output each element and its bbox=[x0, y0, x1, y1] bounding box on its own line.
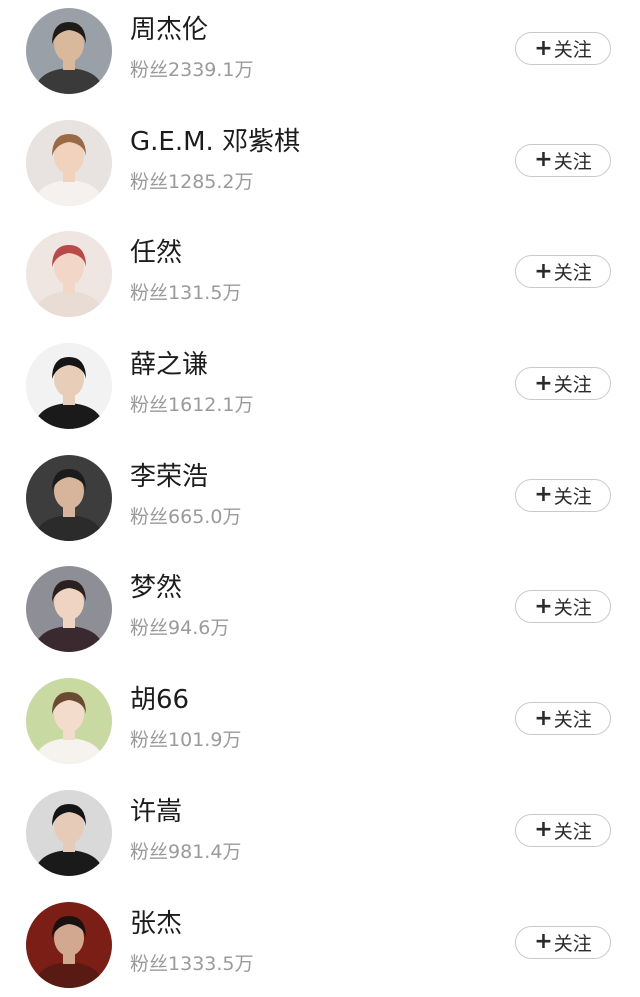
follow-button[interactable]: +关注 bbox=[515, 144, 611, 177]
avatar-portrait bbox=[26, 120, 112, 206]
user-row[interactable]: 梦然粉丝94.6万 +关注 bbox=[0, 550, 640, 662]
fan-count: 粉丝1612.1万 bbox=[130, 393, 254, 417]
follow-button[interactable]: +关注 bbox=[515, 255, 611, 288]
avatar[interactable] bbox=[26, 902, 112, 988]
fan-count: 粉丝94.6万 bbox=[130, 616, 229, 640]
avatar-portrait bbox=[26, 566, 112, 652]
plus-icon: + bbox=[534, 484, 552, 506]
fan-count: 粉丝1333.5万 bbox=[130, 952, 254, 976]
fan-count-value: 981.4万 bbox=[168, 841, 241, 863]
follow-button-label: 关注 bbox=[554, 482, 592, 509]
follow-button-label: 关注 bbox=[554, 147, 592, 174]
user-row[interactable]: 周杰伦粉丝2339.1万 +关注 bbox=[0, 0, 640, 104]
fan-count-label: 粉丝 bbox=[130, 953, 168, 975]
fan-count: 粉丝131.5万 bbox=[130, 281, 241, 305]
avatar-portrait bbox=[26, 790, 112, 876]
avatar[interactable] bbox=[26, 790, 112, 876]
avatar-portrait bbox=[26, 343, 112, 429]
plus-icon: + bbox=[534, 596, 552, 618]
user-name[interactable]: 任然 bbox=[130, 237, 182, 269]
plus-icon: + bbox=[534, 931, 552, 953]
avatar[interactable] bbox=[26, 455, 112, 541]
user-name[interactable]: 李荣浩 bbox=[130, 461, 208, 493]
follow-button[interactable]: +关注 bbox=[515, 926, 611, 959]
user-name[interactable]: 许嵩 bbox=[130, 796, 182, 828]
follow-button[interactable]: +关注 bbox=[515, 479, 611, 512]
fan-count-value: 131.5万 bbox=[168, 282, 241, 304]
fan-count: 粉丝665.0万 bbox=[130, 505, 241, 529]
follow-list: 周杰伦粉丝2339.1万+关注G.E.M. 邓紫棋粉丝1285.2万+关注任然粉… bbox=[0, 0, 640, 997]
user-row[interactable]: 张杰粉丝1333.5万 +关注 bbox=[0, 886, 640, 997]
follow-button[interactable]: +关注 bbox=[515, 32, 611, 65]
avatar[interactable] bbox=[26, 120, 112, 206]
follow-button[interactable]: +关注 bbox=[515, 367, 611, 400]
avatar[interactable] bbox=[26, 343, 112, 429]
avatar[interactable] bbox=[26, 566, 112, 652]
avatar-portrait bbox=[26, 231, 112, 317]
fan-count-value: 665.0万 bbox=[168, 506, 241, 528]
fan-count-label: 粉丝 bbox=[130, 171, 168, 193]
user-row[interactable]: 李荣浩粉丝665.0万 +关注 bbox=[0, 439, 640, 551]
user-row[interactable]: G.E.M. 邓紫棋粉丝1285.2万 +关注 bbox=[0, 104, 640, 216]
fan-count-label: 粉丝 bbox=[130, 59, 168, 81]
follow-button[interactable]: +关注 bbox=[515, 590, 611, 623]
fan-count-label: 粉丝 bbox=[130, 394, 168, 416]
plus-icon: + bbox=[534, 149, 552, 171]
fan-count-value: 101.9万 bbox=[168, 729, 241, 751]
follow-button-label: 关注 bbox=[554, 35, 592, 62]
fan-count-label: 粉丝 bbox=[130, 841, 168, 863]
fan-count-label: 粉丝 bbox=[130, 506, 168, 528]
follow-button[interactable]: +关注 bbox=[515, 814, 611, 847]
plus-icon: + bbox=[534, 38, 552, 60]
follow-button-label: 关注 bbox=[554, 817, 592, 844]
avatar-portrait bbox=[26, 8, 112, 94]
avatar-portrait bbox=[26, 455, 112, 541]
user-name[interactable]: 梦然 bbox=[130, 572, 182, 604]
plus-icon: + bbox=[534, 819, 552, 841]
fan-count: 粉丝2339.1万 bbox=[130, 58, 254, 82]
plus-icon: + bbox=[534, 373, 552, 395]
fan-count: 粉丝101.9万 bbox=[130, 728, 241, 752]
fan-count-label: 粉丝 bbox=[130, 282, 168, 304]
user-name[interactable]: 胡66 bbox=[130, 684, 189, 716]
user-row[interactable]: 许嵩粉丝981.4万 +关注 bbox=[0, 774, 640, 886]
avatar[interactable] bbox=[26, 678, 112, 764]
follow-button-label: 关注 bbox=[554, 258, 592, 285]
fan-count-value: 2339.1万 bbox=[168, 59, 253, 81]
user-row[interactable]: 薛之谦粉丝1612.1万 +关注 bbox=[0, 327, 640, 439]
avatar-portrait bbox=[26, 902, 112, 988]
fan-count-value: 94.6万 bbox=[168, 617, 229, 639]
user-name[interactable]: 薛之谦 bbox=[130, 349, 208, 381]
follow-button-label: 关注 bbox=[554, 929, 592, 956]
fan-count-value: 1612.1万 bbox=[168, 394, 253, 416]
fan-count-value: 1333.5万 bbox=[168, 953, 253, 975]
user-name[interactable]: G.E.M. 邓紫棋 bbox=[130, 126, 300, 158]
user-name[interactable]: 张杰 bbox=[130, 908, 182, 940]
follow-button-label: 关注 bbox=[554, 593, 592, 620]
fan-count-value: 1285.2万 bbox=[168, 171, 253, 193]
user-row[interactable]: 任然粉丝131.5万 +关注 bbox=[0, 215, 640, 327]
avatar-portrait bbox=[26, 678, 112, 764]
plus-icon: + bbox=[534, 261, 552, 283]
plus-icon: + bbox=[534, 708, 552, 730]
avatar[interactable] bbox=[26, 8, 112, 94]
fan-count: 粉丝1285.2万 bbox=[130, 170, 254, 194]
fan-count: 粉丝981.4万 bbox=[130, 840, 241, 864]
follow-button[interactable]: +关注 bbox=[515, 702, 611, 735]
user-row[interactable]: 胡66 粉丝101.9万 +关注 bbox=[0, 662, 640, 774]
avatar[interactable] bbox=[26, 231, 112, 317]
follow-button-label: 关注 bbox=[554, 705, 592, 732]
user-name[interactable]: 周杰伦 bbox=[130, 14, 208, 46]
fan-count-label: 粉丝 bbox=[130, 617, 168, 639]
follow-button-label: 关注 bbox=[554, 370, 592, 397]
fan-count-label: 粉丝 bbox=[130, 729, 168, 751]
